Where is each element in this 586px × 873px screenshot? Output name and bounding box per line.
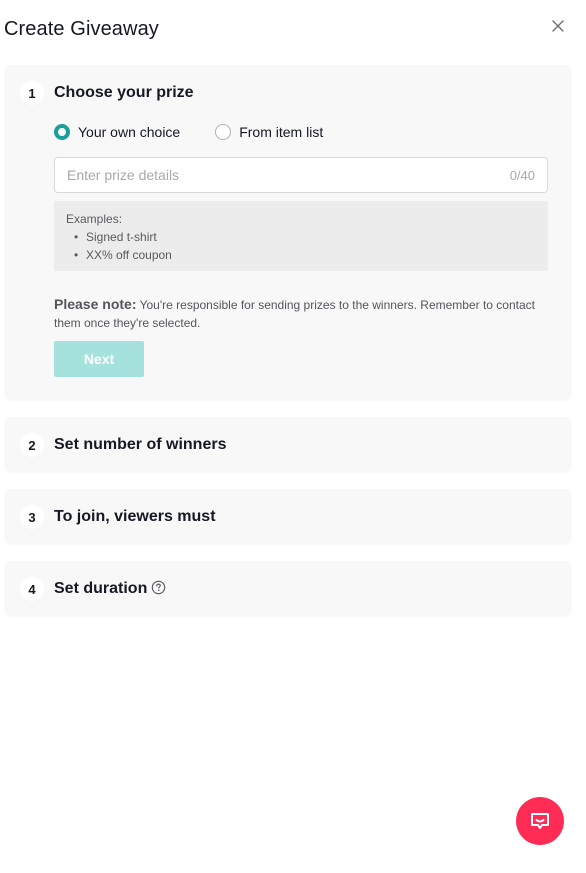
step-title: To join, viewers must (54, 508, 216, 525)
step-title: Choose your prize (54, 84, 194, 101)
radio-label: Your own choice (78, 124, 181, 140)
step-card-prize: 1 Choose your prize Your own choice From… (4, 65, 572, 401)
step-number: 4 (20, 577, 44, 601)
examples-box: Examples: Signed t-shirt XX% off coupon (54, 201, 548, 271)
step-title: Set duration (54, 580, 148, 597)
step-number: 1 (20, 81, 44, 105)
close-icon[interactable] (549, 17, 567, 35)
radio-unchecked-icon[interactable] (215, 124, 232, 140)
example-item: Signed t-shirt (66, 228, 536, 246)
example-item: XX% off coupon (66, 246, 536, 264)
next-button[interactable]: Next (54, 341, 144, 377)
step-card-join-requirements[interactable]: 3 To join, viewers must (4, 489, 572, 545)
step-number: 2 (20, 433, 44, 457)
radio-item-list[interactable]: From item list (215, 124, 323, 140)
help-icon[interactable] (151, 580, 166, 595)
note-label: Please note: (54, 296, 137, 312)
prize-details-input[interactable] (55, 158, 495, 192)
step-card-winners[interactable]: 2 Set number of winners (4, 417, 572, 473)
examples-list: Signed t-shirt XX% off coupon (66, 228, 536, 264)
examples-heading: Examples: (66, 212, 123, 226)
radio-own-choice[interactable]: Your own choice (54, 124, 180, 140)
prize-note: Please note: You're responsible for send… (54, 295, 548, 332)
radio-label: From item list (239, 124, 324, 140)
radio-checked-icon[interactable] (54, 124, 70, 140)
prize-type-radio-group: Your own choice From item list (54, 124, 323, 140)
chat-feedback-button[interactable] (516, 797, 564, 845)
step-title-wrap: Set duration (54, 580, 166, 598)
prize-details-field[interactable]: 0/40 (54, 157, 548, 193)
header: Create Giveaway (0, 0, 586, 60)
page-title: Create Giveaway (4, 18, 159, 40)
step-title: Set number of winners (54, 436, 227, 453)
step-card-duration[interactable]: 4 Set duration (4, 561, 572, 617)
character-counter: 0/40 (509, 168, 535, 183)
chat-feedback-icon (531, 813, 549, 829)
step-number: 3 (20, 505, 44, 529)
